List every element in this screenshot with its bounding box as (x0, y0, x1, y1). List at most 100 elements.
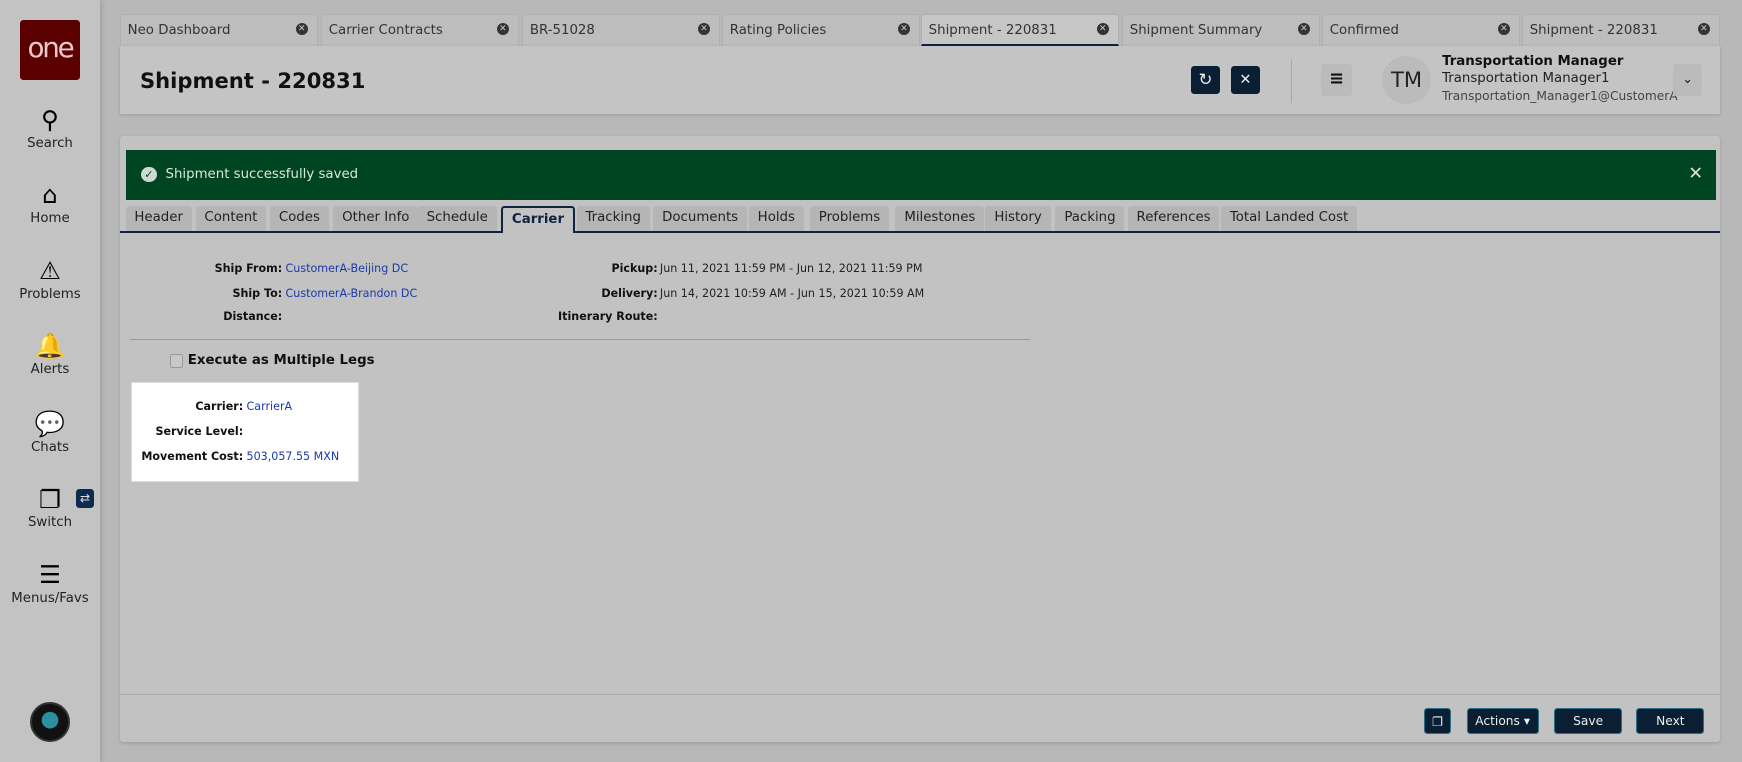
service-level-label: Service Level: (155, 425, 244, 439)
pickup-label: Pickup: (611, 262, 658, 276)
close-tab-icon[interactable]: ✕ (496, 23, 509, 36)
user-login: Transportation_Manager1@CustomerA (1442, 88, 1678, 103)
window-tab[interactable]: Shipment Summary ✕ (1122, 14, 1320, 46)
bell-icon: 🔔 (34, 331, 66, 361)
dismiss-banner-icon[interactable]: ✕ (1688, 164, 1703, 184)
user-menu-button[interactable]: ⌄ (1673, 64, 1703, 96)
sidebar-item-label: Switch (27, 515, 73, 531)
copy-icon: ❐ (1432, 714, 1444, 729)
tab-total-landed-cost[interactable]: Total Landed Cost (1220, 205, 1358, 232)
window-tab[interactable]: Shipment - 220831 ✕ (1522, 14, 1720, 46)
movement-cost-link[interactable]: 503,057.55 MXN (247, 450, 340, 463)
close-tab-icon[interactable]: ✕ (897, 23, 911, 36)
tab-carrier[interactable]: Carrier (501, 205, 575, 234)
tab-label: Neo Dashboard (127, 23, 231, 39)
page-title: Shipment - 220831 (139, 67, 366, 93)
home-icon: ⌂ (42, 180, 58, 210)
sidebar-item-alerts[interactable]: 🔔 Alerts (0, 331, 100, 378)
close-tab-icon[interactable]: ✕ (697, 23, 711, 36)
footer-divider (119, 694, 1720, 696)
close-tab-icon[interactable]: ✕ (295, 23, 308, 36)
sidebar-item-label: Alerts (30, 362, 70, 378)
page-header: Shipment - 220831 ↻ ✕ ≡ TM Transportatio… (119, 45, 1720, 115)
sidebar-item-menus-favs[interactable]: ☰ Menus/Favs (0, 561, 100, 607)
check-circle-icon: ✓ (141, 166, 157, 183)
tab-label: BR-51028 (529, 23, 595, 39)
banner-message: Shipment successfully saved (165, 166, 359, 182)
distance-label: Distance: (223, 309, 283, 323)
close-tab-icon[interactable]: ✕ (1697, 23, 1710, 36)
refresh-button[interactable]: ↻ (1190, 65, 1220, 95)
refresh-icon: ↻ (1198, 69, 1213, 89)
sidebar-item-label: Menus/Favs (11, 591, 89, 607)
tab-schedule[interactable]: Schedule (417, 205, 497, 232)
execute-multiple-legs-label: Execute as Multiple Legs (187, 353, 375, 369)
tab-milestones[interactable]: Milestones (895, 205, 985, 232)
carrier-label: Carrier: (195, 399, 244, 413)
tab-history[interactable]: History (985, 205, 1051, 232)
window-tab[interactable]: Rating Policies ✕ (722, 14, 920, 46)
close-icon: ✕ (1239, 71, 1252, 88)
tab-holds[interactable]: Holds (748, 205, 804, 232)
tab-label: Shipment - 220831 (1529, 23, 1658, 39)
pickup-value: Jun 11, 2021 11:59 PM - Jun 12, 2021 11:… (659, 262, 923, 276)
close-page-button[interactable]: ✕ (1230, 65, 1260, 95)
divider (129, 338, 1030, 340)
tab-content[interactable]: Content (195, 205, 267, 232)
assistant-avatar[interactable] (29, 702, 70, 743)
close-tab-icon[interactable]: ✕ (1297, 23, 1310, 36)
tab-label: Carrier Contracts (328, 23, 443, 39)
tab-packing[interactable]: Packing (1055, 205, 1125, 232)
tab-references[interactable]: References (1127, 205, 1220, 232)
tab-tracking[interactable]: Tracking (576, 205, 650, 232)
execute-multiple-legs-checkbox[interactable] (169, 354, 184, 368)
tab-label: Confirmed (1329, 23, 1399, 39)
window-tab[interactable]: Neo Dashboard ✕ (119, 14, 318, 46)
window-tab-active[interactable]: Shipment - 220831 ✕ (921, 14, 1119, 46)
sidebar-item-label: Search (27, 135, 73, 151)
tab-documents[interactable]: Documents (653, 205, 747, 232)
next-button[interactable]: Next (1636, 707, 1705, 735)
search-icon: ⚲ (41, 104, 59, 134)
movement-cost-label: Movement Cost: (141, 449, 244, 463)
user-info: Transportation Manager Transportation Ma… (1442, 54, 1678, 105)
ship-from-link[interactable]: CustomerA-Beijing DC (286, 262, 409, 275)
caret-down-icon: ▾ (1523, 713, 1530, 728)
sidebar-item-label: Problems (19, 286, 81, 302)
chevron-down-icon: ⌄ (1682, 72, 1693, 87)
window-tab[interactable]: Carrier Contracts ✕ (321, 14, 519, 46)
actions-label: Actions (1475, 713, 1520, 728)
sidebar-item-label: Home (30, 211, 70, 227)
sidebar-item-label: Chats (30, 439, 70, 455)
window-tab[interactable]: BR-51028 ✕ (522, 14, 720, 46)
divider (1290, 58, 1293, 104)
delivery-value: Jun 14, 2021 10:59 AM - Jun 15, 2021 10:… (659, 286, 925, 300)
menu-button[interactable]: ≡ (1320, 64, 1353, 96)
close-tab-icon[interactable]: ✕ (1096, 23, 1109, 36)
actions-dropdown[interactable]: Actions ▾ (1466, 707, 1539, 735)
ship-to-label: Ship To: (232, 286, 283, 300)
sidebar-item-home[interactable]: ⌂ Home (0, 180, 100, 227)
save-button[interactable]: Save (1554, 707, 1623, 735)
carrier-card: Carrier: CarrierA Service Level: Movemen… (131, 382, 359, 483)
menu-icon: ≡ (1329, 69, 1344, 90)
tab-problems[interactable]: Problems (809, 205, 890, 232)
ship-from-label: Ship From: (214, 262, 283, 276)
app-logo[interactable]: one (19, 19, 80, 80)
tab-other-info[interactable]: Other Info (333, 205, 419, 232)
sidebar-item-search[interactable]: ⚲ Search (0, 104, 100, 151)
main-panel: ✓ Shipment successfully saved ✕ Header Co… (119, 135, 1720, 743)
sidebar-item-problems[interactable]: ⚠ Problems (0, 257, 100, 302)
chat-icon: 💬 (34, 409, 66, 439)
tab-header[interactable]: Header (125, 205, 192, 232)
tab-label: Rating Policies (729, 23, 827, 39)
carrier-link[interactable]: CarrierA (247, 400, 293, 413)
user-avatar[interactable]: TM (1382, 55, 1431, 105)
tab-codes[interactable]: Codes (269, 205, 329, 232)
ship-to-link[interactable]: CustomerA-Brandon DC (286, 287, 418, 300)
copy-button[interactable]: ❐ (1424, 707, 1451, 735)
window-tab[interactable]: Confirmed ✕ (1322, 14, 1520, 46)
close-tab-icon[interactable]: ✕ (1497, 23, 1510, 36)
switch-arrows-icon[interactable]: ⇄ (75, 488, 95, 508)
sidebar-item-chats[interactable]: 💬 Chats (0, 409, 100, 455)
